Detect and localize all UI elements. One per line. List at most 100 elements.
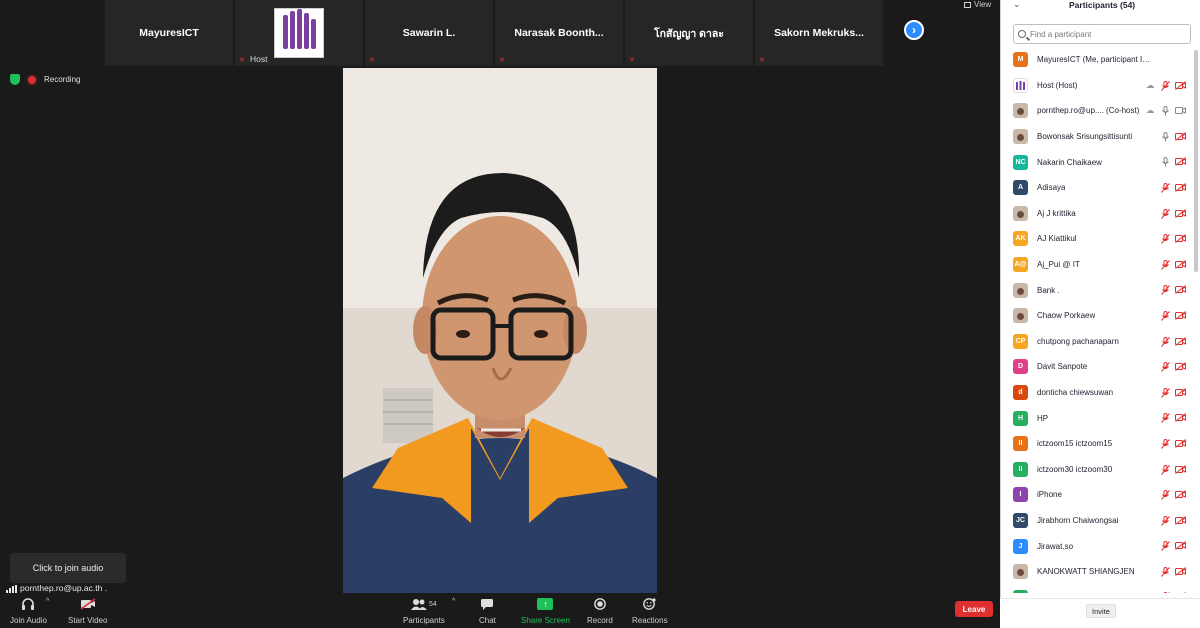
view-button[interactable]: View [964, 0, 991, 9]
video-off-icon[interactable] [1175, 515, 1186, 527]
muted-mic-icon[interactable] [1161, 566, 1170, 579]
muted-mic-icon[interactable] [1161, 362, 1170, 374]
participant-row[interactable]: Host (Host) ☁ [1001, 73, 1194, 99]
participant-name: Davit Sanpote [1037, 362, 1088, 372]
video-off-icon[interactable] [1175, 566, 1186, 578]
chat-icon [480, 596, 494, 612]
leave-button[interactable]: Leave [955, 601, 993, 617]
video-tile[interactable]: ✕ Host [235, 0, 365, 66]
video-off-icon[interactable] [1175, 285, 1186, 296]
participant-row[interactable]: Bank . [1001, 277, 1194, 303]
participant-avatar [1013, 282, 1028, 298]
muted-mic-icon[interactable] [1161, 182, 1170, 195]
participant-row[interactable]: pornthep.ro@up.... (Co-host) ☁ [1001, 98, 1194, 124]
chat-label: Chat [479, 616, 496, 625]
participant-row[interactable]: II ictzoom30 ictzoom30 [1001, 457, 1194, 483]
participant-row[interactable]: A Adisaya [1001, 175, 1194, 201]
mic-icon[interactable] [1161, 131, 1170, 144]
video-off-icon[interactable] [1175, 336, 1186, 348]
video-off-icon[interactable] [1175, 413, 1186, 424]
muted-mic-icon[interactable] [1161, 208, 1170, 221]
video-tile[interactable]: Narasak Boonth... ✕ [495, 0, 625, 66]
muted-mic-icon[interactable] [1161, 592, 1170, 593]
participant-row[interactable]: AK AJ Kiattikul [1001, 226, 1194, 252]
video-tile[interactable]: โกสัญญา ดาละ ✕ [625, 0, 755, 66]
encryption-shield-icon[interactable] [10, 74, 20, 85]
participant-row[interactable] [1001, 584, 1194, 593]
mic-icon[interactable] [1161, 157, 1170, 169]
participant-row[interactable]: Aj J krittika [1001, 201, 1194, 227]
video-off-icon[interactable] [1175, 234, 1186, 245]
video-off-icon[interactable] [1175, 362, 1186, 373]
record-button[interactable]: Record [587, 596, 613, 625]
participant-avatar: d [1013, 385, 1028, 401]
video-tile[interactable]: Sawarin L. ✕ [365, 0, 495, 66]
participant-row[interactable]: J Jirawat.so [1001, 533, 1194, 559]
participant-row[interactable]: II ictzoom15 ictzoom15 [1001, 431, 1194, 457]
mic-icon[interactable] [1161, 106, 1170, 118]
active-speaker-video [343, 68, 657, 593]
video-off-icon[interactable] [1175, 80, 1186, 92]
video-off-icon[interactable] [1175, 183, 1186, 194]
participant-row[interactable]: Bowonsak Srisungsittisunti [1001, 124, 1194, 150]
video-off-icon[interactable] [1175, 592, 1186, 593]
video-off-icon[interactable] [1175, 490, 1186, 501]
video-tile-name: Sakorn Mekruks... [774, 27, 864, 39]
participant-row[interactable]: NC Nakarin Chaikaew [1001, 149, 1194, 175]
participant-row[interactable]: KANOKWATT SHIANGJEN [1001, 559, 1194, 585]
join-audio-tooltip[interactable]: Click to join audio [10, 553, 126, 583]
video-off-icon[interactable] [1175, 387, 1186, 399]
participant-row[interactable]: IiPhone [1001, 482, 1194, 508]
participant-row[interactable]: Chaow Porkaew [1001, 303, 1194, 329]
muted-mic-icon[interactable] [1161, 310, 1170, 323]
reactions-label: Reactions [632, 616, 668, 625]
participant-name: ictzoom15 ictzoom15 [1037, 439, 1113, 449]
video-off-icon[interactable] [1175, 439, 1186, 450]
reactions-button[interactable]: Reactions [632, 596, 668, 625]
join-audio-button[interactable]: Join Audio [10, 596, 47, 625]
video-tile[interactable]: MayuresICT [105, 0, 235, 66]
collapse-chevron-down-icon[interactable]: ⌄ [1013, 0, 1021, 10]
video-off-icon[interactable] [1175, 541, 1186, 552]
video-off-icon[interactable] [1175, 157, 1186, 168]
chat-button[interactable]: Chat [479, 596, 496, 625]
video-off-icon[interactable] [1175, 208, 1186, 220]
muted-mic-icon[interactable] [1161, 336, 1170, 349]
participant-list-scrollbar[interactable] [1194, 50, 1198, 272]
muted-mic-icon[interactable] [1161, 541, 1170, 553]
video-off-icon[interactable] [1175, 259, 1186, 271]
muted-mic-icon[interactable] [1161, 387, 1170, 400]
muted-mic-icon[interactable] [1161, 438, 1170, 451]
participant-row[interactable]: D Davit Sanpote [1001, 354, 1194, 380]
participant-row[interactable]: JC Jirabhorn Chaiwongsai [1001, 508, 1194, 534]
participants-options-caret-icon[interactable]: ^ [452, 598, 455, 605]
audio-options-caret-icon[interactable]: ^ [46, 598, 49, 605]
cloud-icon: ☁ [1146, 105, 1155, 116]
video-off-icon[interactable] [1175, 464, 1186, 476]
muted-mic-icon[interactable] [1161, 259, 1170, 272]
participant-row[interactable]: H HP [1001, 405, 1194, 431]
muted-mic-icon[interactable] [1161, 234, 1170, 246]
video-off-icon[interactable] [1175, 131, 1186, 143]
muted-mic-icon[interactable] [1161, 464, 1170, 477]
video-camera-icon[interactable] [1175, 106, 1186, 117]
participant-search-input[interactable] [1030, 29, 1180, 39]
participant-row[interactable]: CP chutpong pachanaparn [1001, 329, 1194, 355]
participant-row[interactable]: d donticha chiewsuwan [1001, 380, 1194, 406]
muted-mic-icon[interactable] [1161, 285, 1170, 297]
participant-avatar: D [1013, 359, 1028, 375]
invite-button[interactable]: Invite [1086, 604, 1116, 618]
participant-search-box[interactable] [1013, 24, 1191, 44]
participant-row[interactable]: M MayuresICT (Me, participant ID: 519069) [1001, 47, 1194, 73]
muted-mic-icon[interactable] [1161, 490, 1170, 502]
participants-button[interactable]: 54 Participants [403, 596, 445, 625]
next-page-arrow-icon[interactable]: › [904, 20, 924, 40]
video-tile[interactable]: Sakorn Mekruks... ✕ [755, 0, 885, 66]
participant-row[interactable]: A@ Aj_Pui @ IT [1001, 252, 1194, 278]
muted-mic-icon[interactable] [1161, 413, 1170, 425]
muted-mic-icon[interactable] [1161, 515, 1170, 528]
share-screen-button[interactable]: ↑ Share Screen [521, 596, 570, 625]
start-video-button[interactable]: Start Video [68, 596, 107, 625]
video-off-icon[interactable] [1175, 311, 1186, 322]
muted-mic-icon[interactable] [1161, 80, 1170, 93]
